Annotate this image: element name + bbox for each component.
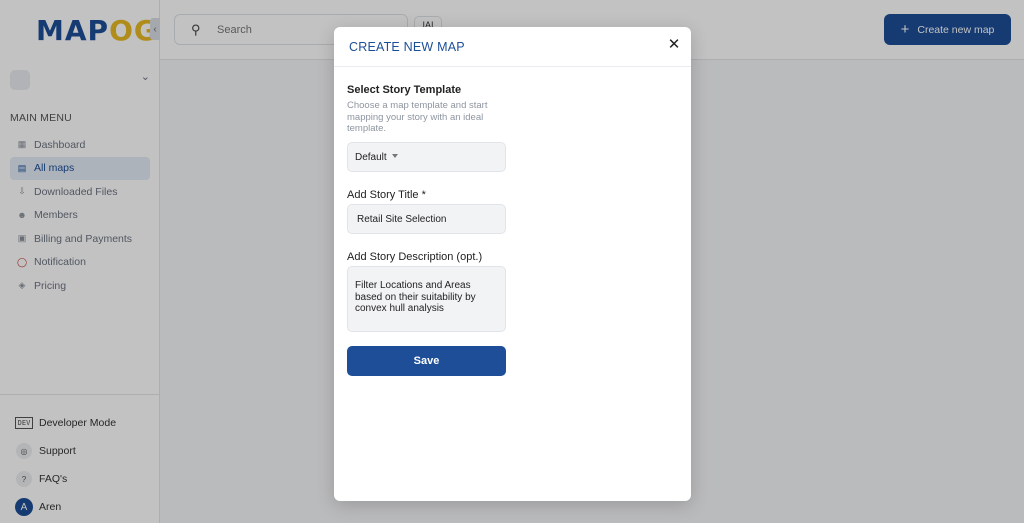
story-title-label: Add Story Title *	[347, 189, 426, 201]
caret-down-icon	[391, 154, 398, 158]
story-description-label: Add Story Description (opt.)	[347, 251, 483, 263]
template-select[interactable]: Default	[347, 142, 506, 172]
template-help-text: Choose a map template and start mapping …	[347, 100, 488, 134]
save-button[interactable]: Save	[347, 346, 506, 376]
template-select-value: Default	[355, 152, 387, 163]
create-new-map-dialog: CREATE NEW MAP ✕ Select Story Template C…	[334, 27, 691, 501]
close-icon[interactable]: ✕	[665, 35, 683, 53]
dialog-header: CREATE NEW MAP ✕	[334, 27, 691, 67]
template-label: Select Story Template	[347, 84, 462, 96]
story-description-textarea[interactable]: Filter Locations and Areas based on thei…	[347, 266, 506, 332]
dialog-title: CREATE NEW MAP	[349, 40, 465, 54]
story-title-input[interactable]: Retail Site Selection	[347, 204, 506, 234]
